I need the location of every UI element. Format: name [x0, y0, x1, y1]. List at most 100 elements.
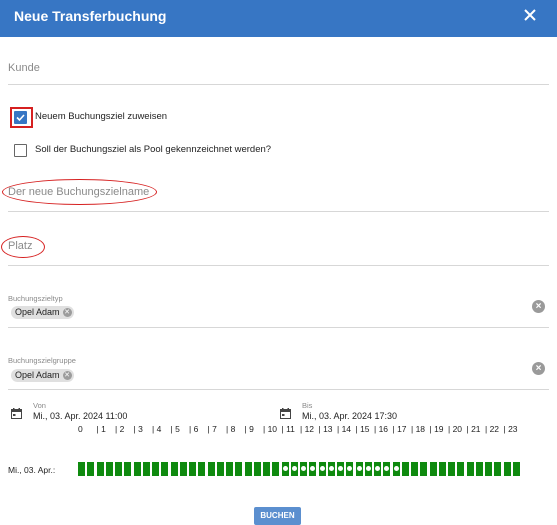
time-slot[interactable] [244, 462, 252, 476]
dialog-title: Neue Transferbuchung [14, 8, 167, 24]
time-slot[interactable] [494, 462, 502, 476]
annotation-ellipse-place [1, 236, 45, 258]
hour-label: | 17 [392, 424, 407, 434]
pool-checkbox[interactable] [14, 144, 27, 157]
book-button[interactable]: BUCHEN [254, 507, 301, 525]
hour-label: | 8 [226, 424, 236, 434]
time-slot[interactable] [429, 462, 437, 476]
time-slot[interactable] [170, 462, 178, 476]
time-slot[interactable] [142, 462, 150, 476]
hour-label: | 7 [207, 424, 217, 434]
annotation-box-checkbox [10, 107, 33, 128]
time-slot[interactable] [216, 462, 224, 476]
hour-label: | 21 [466, 424, 481, 434]
time-slot[interactable] [115, 462, 122, 476]
time-slot[interactable] [179, 462, 187, 476]
time-slot[interactable] [457, 462, 465, 476]
target-type-label: Buchungszieltyp [8, 294, 63, 303]
time-slot[interactable] [281, 462, 289, 476]
time-slot[interactable] [374, 462, 381, 476]
time-slot[interactable] [383, 462, 391, 476]
time-slot[interactable] [189, 462, 196, 476]
target-group-clear-icon[interactable]: × [532, 362, 545, 375]
calendar-icon[interactable] [280, 406, 291, 419]
calendar-icon[interactable] [11, 406, 22, 419]
hour-label: | 22 [485, 424, 500, 434]
hour-label: | 19 [429, 424, 444, 434]
hour-label: | 15 [355, 424, 370, 434]
target-type-underline [8, 327, 549, 328]
to-label: Bis [302, 401, 313, 410]
hour-label: | 5 [170, 424, 180, 434]
time-slot[interactable] [290, 462, 298, 476]
pool-checkbox-label: Soll der Buchungsziel als Pool gekennzei… [35, 144, 272, 155]
hour-label: | 14 [337, 424, 352, 434]
time-slot[interactable] [309, 462, 317, 476]
time-slot[interactable] [87, 462, 95, 476]
time-slot[interactable] [300, 462, 307, 476]
time-slot[interactable] [124, 462, 132, 476]
time-slot[interactable] [133, 462, 141, 476]
hour-label: 0 [78, 424, 83, 434]
time-slot[interactable] [364, 462, 372, 476]
chip-remove-icon[interactable]: ✕ [62, 371, 72, 380]
time-slot[interactable] [420, 462, 428, 476]
time-slot[interactable] [401, 462, 409, 476]
target-type-clear-icon[interactable]: × [532, 300, 545, 313]
from-label: Von [33, 401, 46, 410]
chip-remove-icon[interactable]: ✕ [62, 308, 72, 317]
hour-label: | 4 [152, 424, 162, 434]
target-group-chip[interactable]: Opel Adam ✕ [11, 369, 74, 382]
time-slot[interactable] [466, 462, 474, 476]
hour-label: | 12 [300, 424, 315, 434]
time-slot[interactable] [503, 462, 511, 476]
time-slot[interactable] [355, 462, 363, 476]
time-slot[interactable] [96, 462, 104, 476]
time-slot[interactable] [78, 462, 85, 476]
time-slot[interactable] [226, 462, 233, 476]
hour-label: | 3 [133, 424, 143, 434]
time-slot[interactable] [105, 462, 113, 476]
customer-placeholder: Kunde [8, 62, 40, 74]
hour-label: | 10 [263, 424, 278, 434]
hour-label: | 2 [115, 424, 125, 434]
dialog-header: Neue Transferbuchung [0, 0, 557, 37]
time-slot[interactable] [346, 462, 354, 476]
assign-new-target-label: Neuem Buchungsziel zuweisen [35, 111, 168, 122]
schedule-day-label: Mi., 03. Apr.: [8, 465, 56, 475]
hour-label: | 9 [244, 424, 254, 434]
time-slot[interactable] [475, 462, 483, 476]
time-slot[interactable] [318, 462, 326, 476]
customer-input[interactable]: Kunde [8, 58, 549, 85]
target-group-chip-label: Opel Adam [15, 370, 60, 380]
hour-label: | 13 [318, 424, 333, 434]
time-slot[interactable] [263, 462, 270, 476]
time-slot[interactable] [448, 462, 455, 476]
time-slot[interactable] [411, 462, 418, 476]
hour-label: | 18 [411, 424, 426, 434]
target-group-underline [8, 389, 549, 390]
target-type-chip[interactable]: Opel Adam ✕ [11, 306, 74, 319]
time-slot[interactable] [327, 462, 335, 476]
time-slot[interactable] [161, 462, 169, 476]
time-slot[interactable] [198, 462, 206, 476]
place-input[interactable]: Platz [8, 239, 549, 266]
time-slot[interactable] [438, 462, 446, 476]
to-value[interactable]: Mi., 03. Apr. 2024 17:30 [302, 411, 397, 421]
hour-label: | 11 [281, 424, 295, 434]
from-value[interactable]: Mi., 03. Apr. 2024 11:00 [33, 411, 127, 421]
annotation-ellipse-target-name [2, 179, 157, 205]
hour-label: | 1 [96, 424, 106, 434]
time-slot[interactable] [512, 462, 520, 476]
time-slot[interactable] [152, 462, 159, 476]
time-slot[interactable] [272, 462, 280, 476]
time-slot[interactable] [392, 462, 400, 476]
close-icon[interactable] [521, 6, 539, 24]
time-slot[interactable] [207, 462, 215, 476]
target-group-label: Buchungszielgruppe [8, 356, 76, 365]
time-slot[interactable] [235, 462, 243, 476]
hour-label: | 23 [503, 424, 518, 434]
time-slot[interactable] [337, 462, 344, 476]
time-slot[interactable] [485, 462, 492, 476]
time-slot[interactable] [253, 462, 261, 476]
